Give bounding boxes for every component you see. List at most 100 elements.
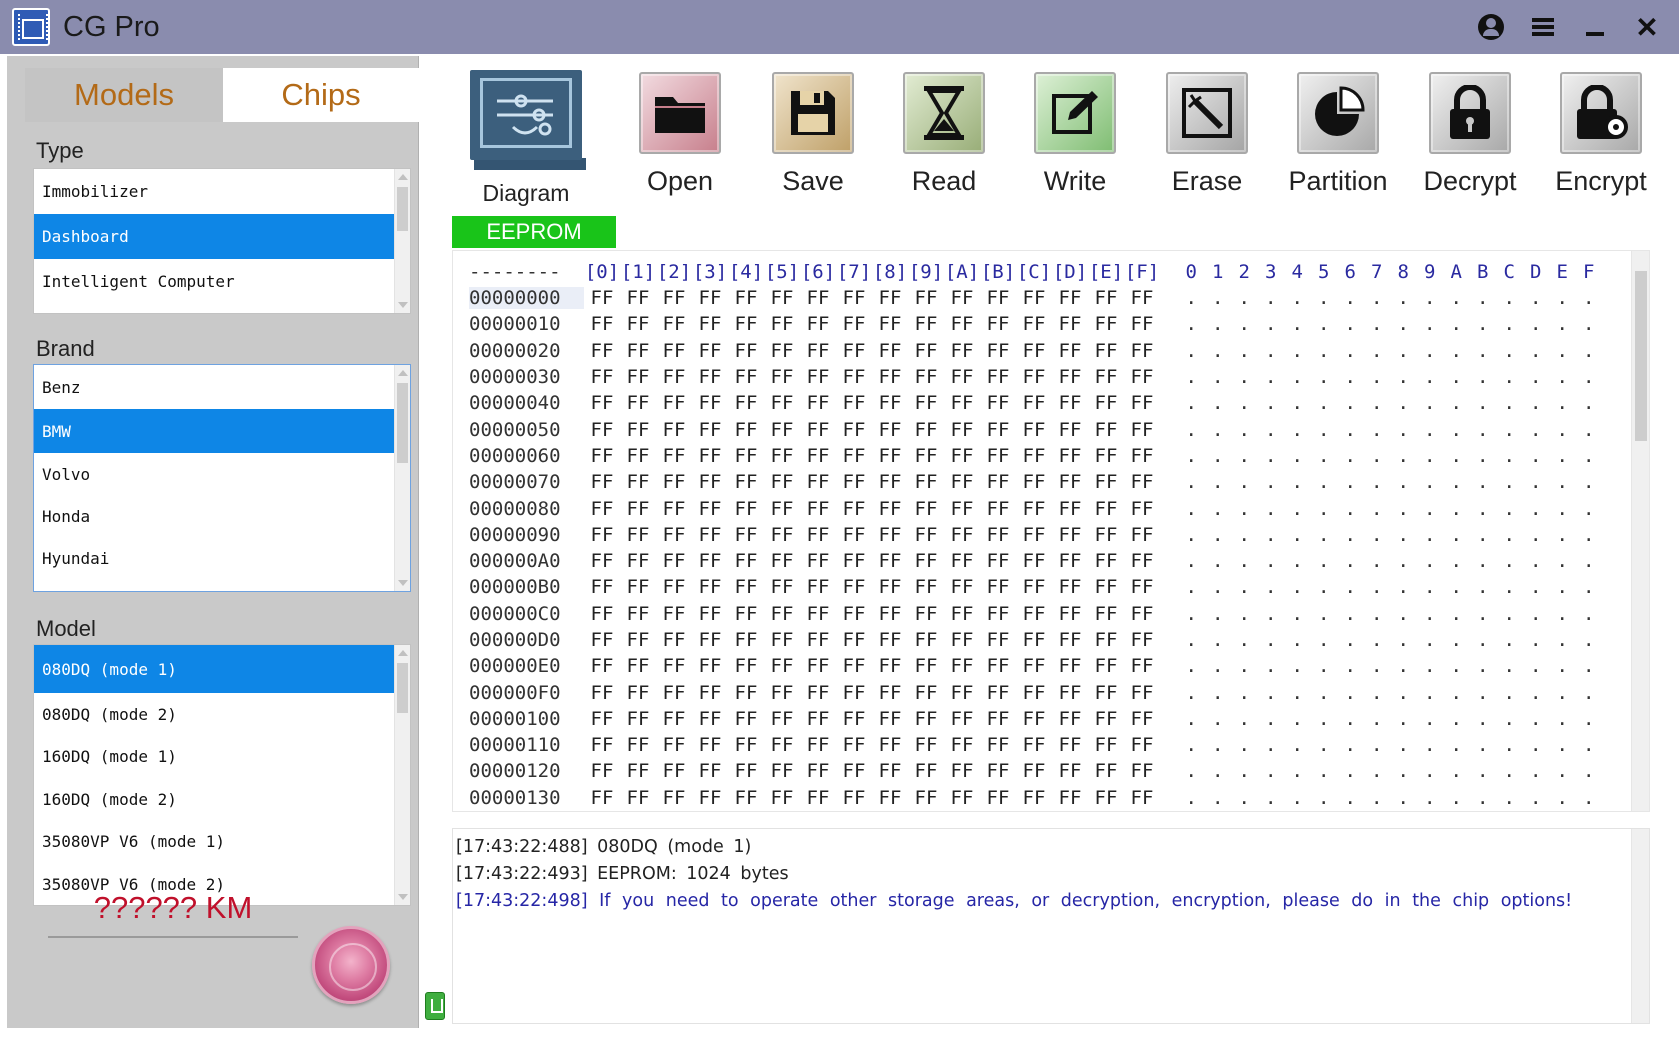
hex-byte[interactable]: FF bbox=[872, 366, 908, 388]
hex-byte[interactable]: FF bbox=[656, 340, 692, 362]
hex-byte[interactable]: FF bbox=[764, 392, 800, 414]
scroll-thumb[interactable] bbox=[397, 383, 408, 463]
hex-byte[interactable]: FF bbox=[980, 419, 1016, 441]
hex-byte[interactable]: FF bbox=[728, 550, 764, 572]
hex-byte[interactable]: FF bbox=[1088, 524, 1124, 546]
hex-byte[interactable]: FF bbox=[944, 787, 980, 809]
hex-byte[interactable]: FF bbox=[980, 445, 1016, 467]
hex-byte[interactable]: FF bbox=[620, 524, 656, 546]
hex-byte[interactable]: FF bbox=[584, 366, 620, 388]
hex-byte[interactable]: FF bbox=[1124, 471, 1160, 493]
hex-byte[interactable]: FF bbox=[620, 603, 656, 625]
minimize-button[interactable] bbox=[1569, 0, 1621, 54]
erase-button[interactable]: Erase bbox=[1147, 72, 1267, 197]
hex-byte[interactable]: FF bbox=[620, 708, 656, 730]
hex-byte[interactable]: FF bbox=[908, 760, 944, 782]
hex-byte[interactable]: FF bbox=[728, 576, 764, 598]
hex-byte[interactable]: FF bbox=[692, 287, 728, 309]
hex-byte[interactable]: FF bbox=[656, 471, 692, 493]
user-account-button[interactable] bbox=[1465, 0, 1517, 54]
list-item[interactable]: Hyundai bbox=[34, 537, 395, 579]
hex-byte[interactable]: FF bbox=[836, 340, 872, 362]
hex-byte[interactable]: FF bbox=[872, 550, 908, 572]
hex-byte[interactable]: FF bbox=[908, 287, 944, 309]
hex-byte[interactable]: FF bbox=[872, 392, 908, 414]
hex-byte[interactable]: FF bbox=[944, 629, 980, 651]
hex-byte[interactable]: FF bbox=[1016, 392, 1052, 414]
hex-byte[interactable]: FF bbox=[656, 760, 692, 782]
hex-byte[interactable]: FF bbox=[836, 313, 872, 335]
hex-byte[interactable]: FF bbox=[872, 576, 908, 598]
hex-byte[interactable]: FF bbox=[1016, 576, 1052, 598]
hex-byte[interactable]: FF bbox=[1124, 419, 1160, 441]
hex-byte[interactable]: FF bbox=[764, 708, 800, 730]
hex-byte[interactable]: FF bbox=[1016, 471, 1052, 493]
hex-byte[interactable]: FF bbox=[1088, 287, 1124, 309]
hex-byte[interactable]: FF bbox=[872, 682, 908, 704]
hex-byte[interactable]: FF bbox=[764, 287, 800, 309]
hex-byte[interactable]: FF bbox=[944, 682, 980, 704]
hex-byte[interactable]: FF bbox=[836, 760, 872, 782]
hex-byte[interactable]: FF bbox=[1088, 340, 1124, 362]
hex-byte[interactable]: FF bbox=[1088, 708, 1124, 730]
hex-byte[interactable]: FF bbox=[692, 498, 728, 520]
hex-byte[interactable]: FF bbox=[980, 287, 1016, 309]
hex-byte[interactable]: FF bbox=[656, 655, 692, 677]
hex-byte[interactable]: FF bbox=[764, 524, 800, 546]
hex-byte[interactable]: FF bbox=[1052, 498, 1088, 520]
scroll-up-icon[interactable] bbox=[398, 650, 408, 656]
hex-byte[interactable]: FF bbox=[1052, 734, 1088, 756]
list-item[interactable]: Immobilizer bbox=[34, 169, 395, 214]
hex-byte[interactable]: FF bbox=[584, 629, 620, 651]
hex-byte[interactable]: FF bbox=[764, 787, 800, 809]
hex-byte[interactable]: FF bbox=[584, 550, 620, 572]
hex-byte[interactable]: FF bbox=[620, 576, 656, 598]
hex-byte[interactable]: FF bbox=[872, 471, 908, 493]
hex-byte[interactable]: FF bbox=[980, 550, 1016, 572]
hex-byte[interactable]: FF bbox=[584, 313, 620, 335]
hex-byte[interactable]: FF bbox=[944, 340, 980, 362]
hex-byte[interactable]: FF bbox=[908, 498, 944, 520]
hex-byte[interactable]: FF bbox=[1016, 708, 1052, 730]
hex-byte[interactable]: FF bbox=[692, 550, 728, 572]
hex-byte[interactable]: FF bbox=[800, 498, 836, 520]
hex-byte[interactable]: FF bbox=[1016, 498, 1052, 520]
hex-byte[interactable]: FF bbox=[656, 445, 692, 467]
hex-byte[interactable]: FF bbox=[764, 445, 800, 467]
hex-byte[interactable]: FF bbox=[692, 603, 728, 625]
hex-byte[interactable]: FF bbox=[764, 760, 800, 782]
hex-byte[interactable]: FF bbox=[656, 603, 692, 625]
hex-byte[interactable]: FF bbox=[944, 471, 980, 493]
hex-byte[interactable]: FF bbox=[584, 603, 620, 625]
hex-byte[interactable]: FF bbox=[1052, 419, 1088, 441]
hex-byte[interactable]: FF bbox=[1016, 366, 1052, 388]
brand-listbox[interactable]: Benz BMW Volvo Honda Hyundai bbox=[33, 364, 411, 592]
hex-byte[interactable]: FF bbox=[728, 366, 764, 388]
hex-byte[interactable]: FF bbox=[908, 629, 944, 651]
partition-button[interactable]: Partition bbox=[1278, 72, 1398, 197]
hex-byte[interactable]: FF bbox=[620, 682, 656, 704]
hex-byte[interactable]: FF bbox=[836, 366, 872, 388]
hex-byte[interactable]: FF bbox=[1052, 366, 1088, 388]
hex-byte[interactable]: FF bbox=[1052, 708, 1088, 730]
list-item[interactable]: BMW bbox=[34, 409, 395, 453]
hex-byte[interactable]: FF bbox=[1016, 445, 1052, 467]
hex-byte[interactable]: FF bbox=[980, 524, 1016, 546]
hex-byte[interactable]: FF bbox=[836, 471, 872, 493]
hex-byte[interactable]: FF bbox=[980, 576, 1016, 598]
hex-byte[interactable]: FF bbox=[944, 550, 980, 572]
hex-byte[interactable]: FF bbox=[728, 760, 764, 782]
hex-byte[interactable]: FF bbox=[728, 629, 764, 651]
hex-byte[interactable]: FF bbox=[584, 498, 620, 520]
hex-byte[interactable]: FF bbox=[728, 419, 764, 441]
hex-byte[interactable]: FF bbox=[980, 760, 1016, 782]
list-item[interactable]: 080DQ (mode 2) bbox=[34, 693, 395, 736]
hex-byte[interactable]: FF bbox=[620, 392, 656, 414]
hex-byte[interactable]: FF bbox=[836, 524, 872, 546]
hex-byte[interactable]: FF bbox=[1124, 366, 1160, 388]
hex-byte[interactable]: FF bbox=[656, 734, 692, 756]
hex-byte[interactable]: FF bbox=[692, 655, 728, 677]
hex-byte[interactable]: FF bbox=[980, 682, 1016, 704]
hex-byte[interactable]: FF bbox=[872, 419, 908, 441]
hex-byte[interactable]: FF bbox=[656, 682, 692, 704]
